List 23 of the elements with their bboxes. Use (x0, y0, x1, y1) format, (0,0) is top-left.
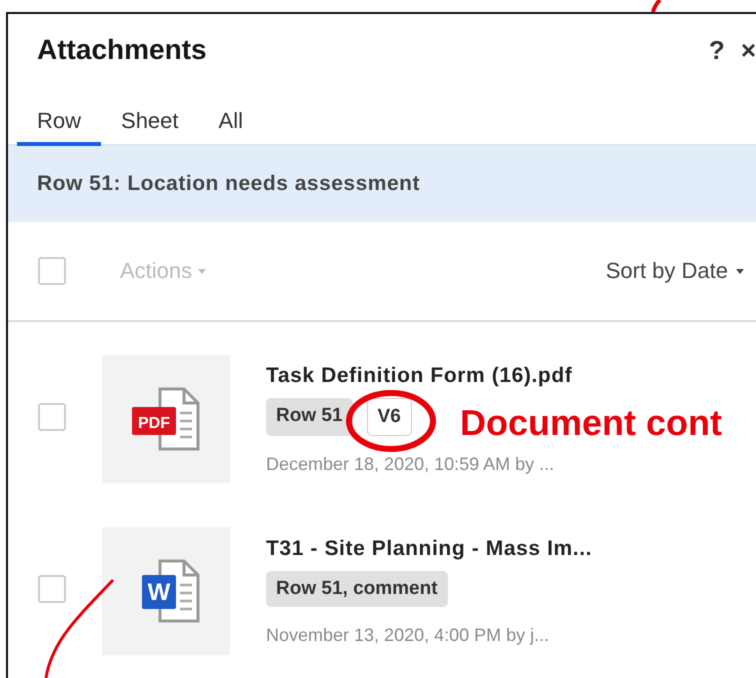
annotation-line (651, 0, 662, 13)
file-name[interactable]: Task Definition Form (16).pdf (266, 364, 572, 388)
file-meta: November 13, 2020, 4:00 PM by j... (266, 624, 550, 646)
select-all-checkbox[interactable] (38, 257, 66, 285)
file-thumbnail[interactable]: W (102, 527, 230, 655)
file-meta: December 18, 2020, 10:59 AM by ... (266, 454, 556, 474)
tag: Row 51 (266, 398, 353, 436)
sort-dropdown[interactable]: Sort by Date (600, 257, 756, 285)
close-button[interactable]: × (736, 34, 756, 66)
caret-icon (736, 268, 744, 274)
help-button[interactable]: ? (704, 34, 729, 66)
row-heading: Row 51: Location needs assessment (37, 172, 420, 196)
caret-icon (198, 268, 206, 274)
file-checkbox[interactable] (38, 575, 66, 603)
tag: Row 51, comment (266, 570, 448, 606)
file-thumbnail[interactable]: PDF (102, 355, 230, 483)
file-name[interactable]: T31 - Site Planning - Mass Im... (266, 536, 592, 560)
tag: V6 (366, 398, 412, 436)
tab[interactable]: All (198, 104, 263, 146)
panel-title: Attachments (37, 34, 207, 66)
annotation-text: Document cont (460, 402, 722, 444)
file-checkbox[interactable] (38, 403, 66, 431)
tab[interactable]: Sheet (101, 104, 199, 146)
